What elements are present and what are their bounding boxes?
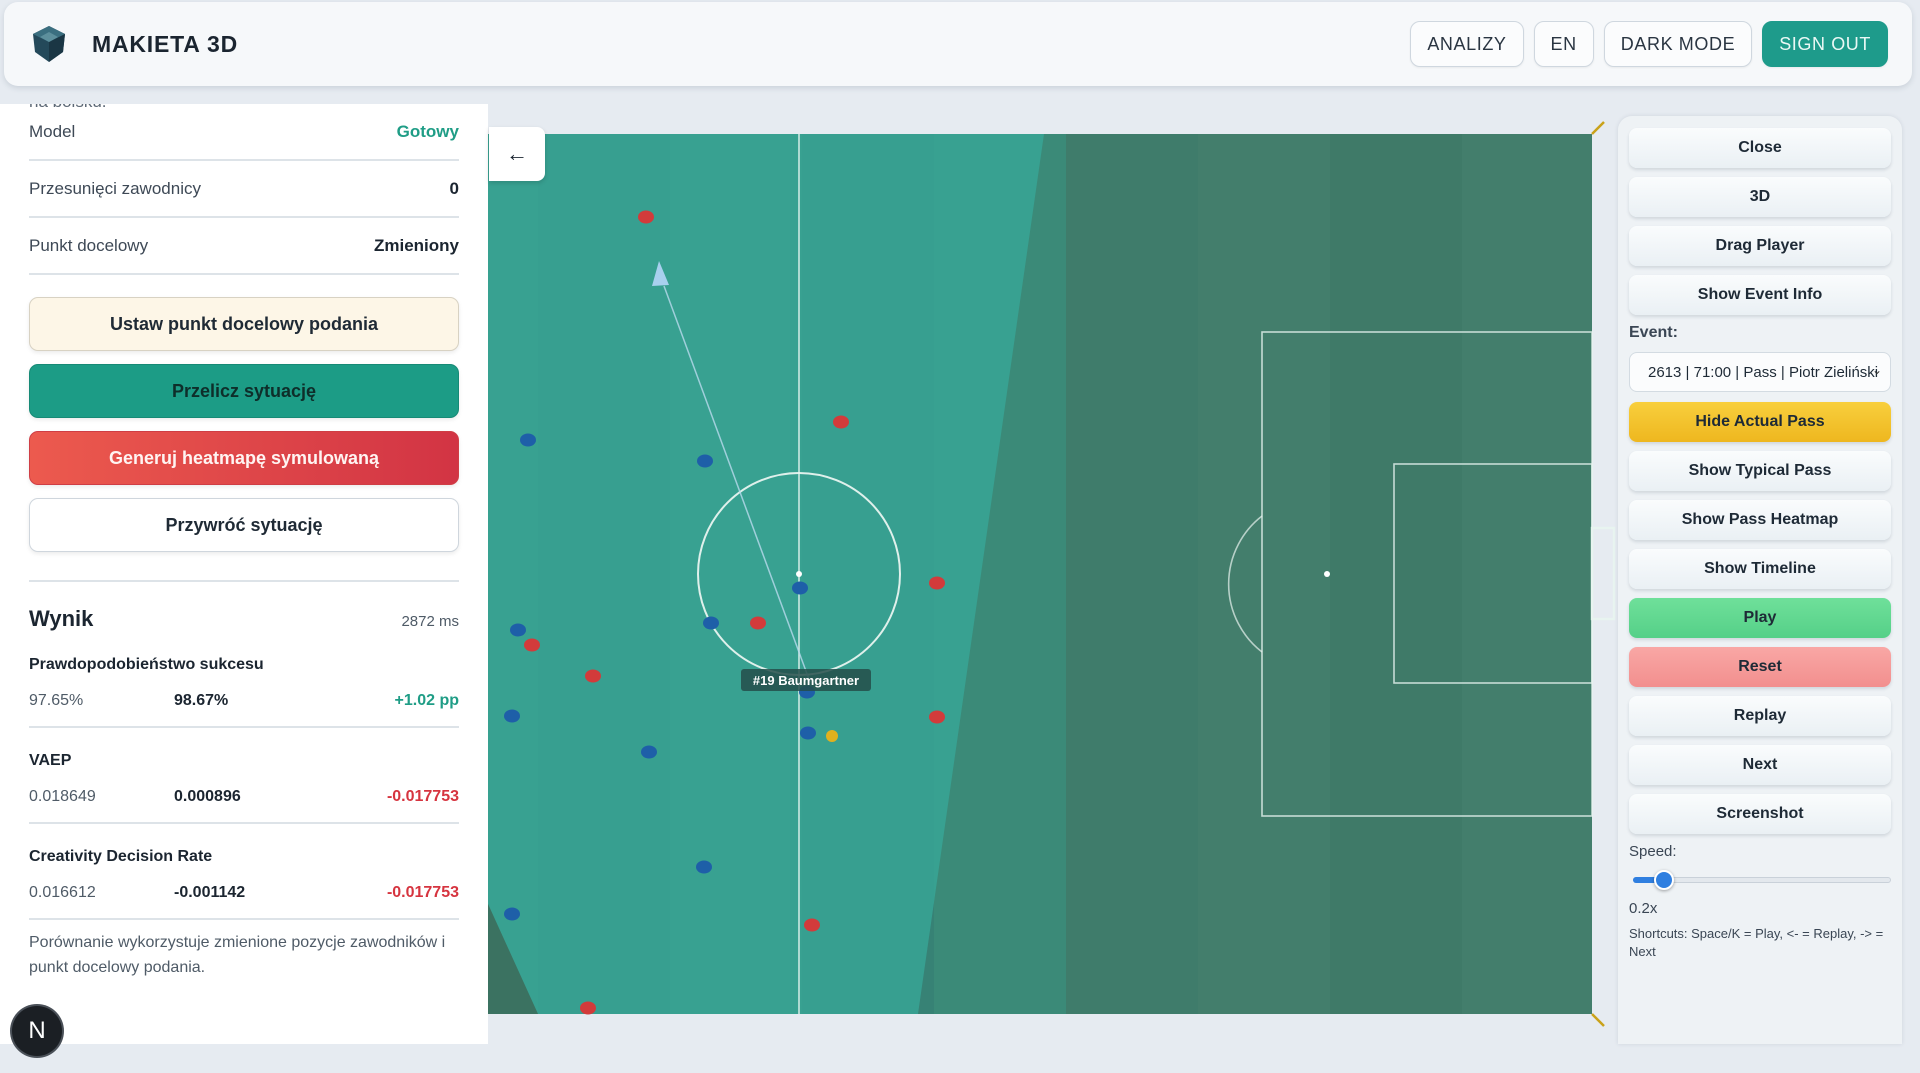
replay-button[interactable]: Replay xyxy=(1629,696,1891,736)
metric-success-probability: Prawdopodobieństwo sukcesu 97.65% 98.67%… xyxy=(29,656,459,728)
speed-slider[interactable] xyxy=(1629,868,1891,892)
result-header: Wynik 2872 ms xyxy=(29,606,459,632)
result-title: Wynik xyxy=(29,606,94,631)
metric-values: 0.016612 -0.001142 -0.017753 xyxy=(29,884,459,902)
metric-creativity-decision-rate: Creativity Decision Rate 0.016612 -0.001… xyxy=(29,848,459,920)
corner-flags xyxy=(1591,121,1605,1027)
metric-old-value: 0.018649 xyxy=(29,788,96,805)
hide-actual-pass-button[interactable]: Hide Actual Pass xyxy=(1629,402,1891,442)
clipped-description: na boisku. xyxy=(29,104,107,112)
analyses-button[interactable]: ANALIZY xyxy=(1410,21,1524,67)
player-blue[interactable] xyxy=(703,616,719,630)
generate-heatmap-button[interactable]: Generuj heatmapę symulowaną xyxy=(29,431,459,485)
player-blue[interactable] xyxy=(792,581,808,595)
restore-situation-button[interactable]: Przywróć sytuację xyxy=(29,498,459,552)
status-value: 0 xyxy=(449,178,459,198)
player-blue[interactable] xyxy=(697,454,713,468)
player-red[interactable] xyxy=(585,669,601,683)
status-label: Punkt docelowy xyxy=(29,235,149,255)
speed-value: 0.2x xyxy=(1629,900,1658,917)
player-red[interactable] xyxy=(929,576,945,590)
speed-slider-thumb[interactable] xyxy=(1653,870,1674,890)
player-blue[interactable] xyxy=(504,907,520,921)
metric-new-value: -0.001142 xyxy=(174,884,246,901)
metric-title: VAEP xyxy=(29,752,72,769)
status-row-target-point: Punkt docelowy Zmieniony xyxy=(29,218,459,275)
player-blue[interactable] xyxy=(800,726,816,740)
analysis-panel: na boisku. Model Gotowy Przesunięci zawo… xyxy=(0,104,488,1044)
close-button[interactable]: Close xyxy=(1629,128,1891,168)
metric-values: 97.65% 98.67% +1.02 pp xyxy=(29,692,459,710)
language-button[interactable]: EN xyxy=(1533,21,1594,67)
player-label-text: #19 Baumgartner xyxy=(753,673,859,688)
metric-delta: -0.017753 xyxy=(386,884,459,901)
dark-mode-button[interactable]: DARK MODE xyxy=(1603,21,1753,67)
player-blue[interactable] xyxy=(696,860,712,874)
header-actions: ANALIZY EN DARK MODE SIGN OUT xyxy=(1410,21,1888,67)
event-label: Event: xyxy=(1629,324,1678,341)
back-button[interactable]: ← xyxy=(489,127,545,181)
ball[interactable] xyxy=(826,730,838,742)
metric-title: Creativity Decision Rate xyxy=(29,848,213,865)
pitch-view[interactable]: #19 Baumgartner xyxy=(488,104,1618,1044)
metric-delta: -0.017753 xyxy=(386,788,459,805)
avatar[interactable]: N xyxy=(12,1006,62,1056)
sign-out-button[interactable]: SIGN OUT xyxy=(1762,21,1888,67)
player-red[interactable] xyxy=(638,210,654,224)
arrow-left-icon: ← xyxy=(506,141,528,166)
metric-old-value: 0.016612 xyxy=(29,884,96,901)
event-select-value: 2613 | 71:00 | Pass | Piotr Zieliński xyxy=(1648,363,1878,381)
player-blue[interactable] xyxy=(504,709,520,723)
status-value: Zmieniony xyxy=(373,235,459,255)
show-pass-heatmap-button[interactable]: Show Pass Heatmap xyxy=(1629,500,1891,540)
shortcuts-hint: Shortcuts: Space/K = Play, <- = Replay, … xyxy=(1629,926,1884,959)
next-button[interactable]: Next xyxy=(1629,745,1891,785)
player-red[interactable] xyxy=(580,1001,596,1015)
player-red[interactable] xyxy=(750,616,766,630)
recalculate-button[interactable]: Przelicz sytuację xyxy=(29,364,459,418)
player-red[interactable] xyxy=(804,918,820,932)
app-header: MAKIETA 3D ANALIZY EN DARK MODE SIGN OUT xyxy=(4,2,1912,86)
status-label: Przesunięci zawodnicy xyxy=(29,178,201,198)
metric-new-value: 0.000896 xyxy=(174,788,241,805)
play-button[interactable]: Play xyxy=(1629,598,1891,638)
status-value: Gotowy xyxy=(396,121,459,141)
shield-logo-icon xyxy=(33,26,65,62)
show-event-info-button[interactable]: Show Event Info xyxy=(1629,275,1891,315)
comparison-note: Porównanie wykorzystuje zmienione pozycj… xyxy=(29,934,446,976)
app-title: MAKIETA 3D xyxy=(92,30,238,57)
player-red[interactable] xyxy=(524,638,540,652)
set-target-button[interactable]: Ustaw punkt docelowy podania xyxy=(29,297,459,351)
result-duration: 2872 ms xyxy=(401,613,459,630)
metric-delta: +1.02 pp xyxy=(394,692,459,709)
status-row-moved-players: Przesunięci zawodnicy 0 xyxy=(29,161,459,218)
screenshot-button[interactable]: Screenshot xyxy=(1629,794,1891,834)
player-blue[interactable] xyxy=(520,433,536,447)
section-divider xyxy=(29,580,459,582)
chevron-down-icon: ⌄ xyxy=(1871,363,1882,377)
status-label: Model xyxy=(29,121,76,141)
status-row-model: Model Gotowy xyxy=(29,104,459,161)
toggle-3d-button[interactable]: 3D xyxy=(1629,177,1891,217)
player-label: #19 Baumgartner xyxy=(741,669,871,691)
metric-old-value: 97.65% xyxy=(29,692,84,709)
show-typical-pass-button[interactable]: Show Typical Pass xyxy=(1629,451,1891,491)
player-red[interactable] xyxy=(833,415,849,429)
speed-label: Speed: xyxy=(1629,843,1677,860)
show-timeline-button[interactable]: Show Timeline xyxy=(1629,549,1891,589)
player-blue[interactable] xyxy=(641,745,657,759)
event-select[interactable]: 2613 | 71:00 | Pass | Piotr Zieliński ⌄ xyxy=(1629,352,1891,392)
metric-new-value: 98.67% xyxy=(174,692,229,709)
player-red[interactable] xyxy=(929,710,945,724)
controls-panel: Close 3D Drag Player Show Event Info Eve… xyxy=(1618,116,1902,1044)
metric-vaep: VAEP 0.018649 0.000896 -0.017753 xyxy=(29,752,459,824)
metric-title: Prawdopodobieństwo sukcesu xyxy=(29,656,264,673)
reset-button[interactable]: Reset xyxy=(1629,647,1891,687)
metric-values: 0.018649 0.000896 -0.017753 xyxy=(29,788,459,806)
pitch-canvas[interactable]: #19 Baumgartner xyxy=(488,104,1618,1044)
drag-player-button[interactable]: Drag Player xyxy=(1629,226,1891,266)
player-blue[interactable] xyxy=(510,623,526,637)
